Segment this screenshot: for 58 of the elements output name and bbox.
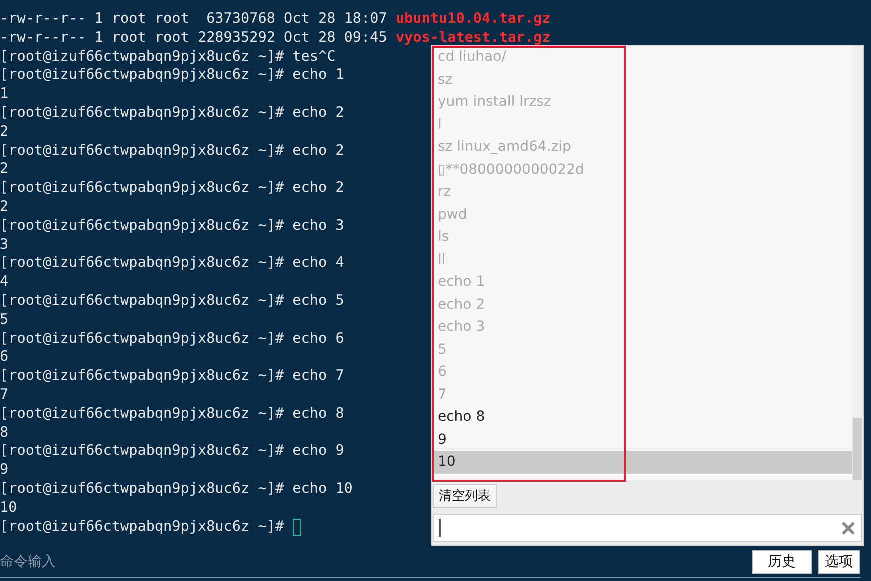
terminal-text: [root@izuf66ctwpabqn9pjx8uc6z ~]# echo 6 [0,330,344,348]
history-item[interactable]: rz [432,181,852,204]
terminal-text: -rw-r--r-- 1 root root 63730768 Oct 28 18:07 [0,10,388,29]
scrollbar-thumb[interactable] [853,418,862,480]
terminal-prompt: [root@izuf66ctwpabqn9pjx8uc6z ~]# [0,518,284,536]
terminal-text: [root@izuf66ctwpabqn9pjx8uc6z ~]# echo 5 [0,292,344,311]
terminal-text: [root@izuf66ctwpabqn9pjx8uc6z ~]# echo 7 [0,367,344,386]
terminal-text: [root@izuf66ctwpabqn9pjx8uc6z ~]# echo 9 [0,442,344,462]
terminal-output: 10 [0,498,18,518]
history-item[interactable]: l [432,114,852,136]
history-item[interactable]: 6 [432,361,852,384]
terminal-output: 2 [0,122,9,142]
terminal-text: [root@izuf66ctwpabqn9pjx8uc6z ~]# echo 10 [0,480,353,499]
terminal-text: [root@izuf66ctwpabqn9pjx8uc6z ~]# echo 2 [0,142,344,160]
history-button[interactable]: 历史 [752,550,812,574]
file-name: vyos-latest.tar.gz [396,28,551,48]
command-input-label: 命令输入 [0,553,56,571]
history-item[interactable]: 7 [432,384,852,406]
clear-list-button[interactable]: 清空列表 [433,484,497,508]
terminal-output: 3 [0,236,9,254]
close-icon[interactable] [842,522,855,534]
terminal-text: [root@izuf66ctwpabqn9pjx8uc6z ~]# echo 1 [0,66,344,86]
terminal-output: 6 [0,348,9,368]
scrollbar[interactable] [852,46,863,480]
file-name: ubuntu10.04.tar.gz [396,10,551,29]
terminal-output: 4 [0,273,9,292]
options-button[interactable]: 选项 [818,550,860,574]
history-item[interactable]: sz linux_amd64.zip [432,136,852,158]
input-field[interactable] [433,514,862,542]
terminal-text: [root@izuf66ctwpabqn9pjx8uc6z ~]# echo 4 [0,254,344,274]
history-item[interactable]: echo 8 [432,406,852,428]
history-item[interactable]: yum install lrzsz [432,91,852,114]
history-item[interactable]: echo 2 [432,294,852,316]
history-item[interactable]: pwd [432,204,852,226]
history-item[interactable]: ls [432,226,852,248]
terminal-text: [root@izuf66ctwpabqn9pjx8uc6z ~]# echo 2 [0,179,344,198]
terminal-cursor [292,518,301,536]
terminal-text: [root@izuf66ctwpabqn9pjx8uc6z ~]# tes^C [0,48,336,66]
terminal-text: [root@izuf66ctwpabqn9pjx8uc6z ~]# echo 8 [0,404,344,424]
terminal-output: 8 [0,424,9,442]
terminal-output: 5 [0,310,9,330]
history-item[interactable]: ▯**0800000000022d [432,158,852,181]
terminal-text: [root@izuf66ctwpabqn9pjx8uc6z ~]# echo 3 [0,216,344,236]
history-item[interactable]: echo 1 [432,271,852,294]
history-item[interactable]: cd liuhao/ [432,46,852,68]
terminal-output: 7 [0,386,9,405]
terminal-output: 1 [0,85,9,104]
history-item[interactable]: ll [432,248,852,271]
terminal-output: 2 [0,160,9,180]
history-item[interactable]: 5 [432,338,852,361]
terminal-text: -rw-r--r-- 1 root root 228935292 Oct 28 09:45 [0,28,388,48]
terminal-text: [root@izuf66ctwpabqn9pjx8uc6z ~]# echo 2 [0,104,344,123]
history-item[interactable]: 9 [432,428,852,451]
terminal-output: 2 [0,198,9,217]
terminal-output: 9 [0,461,9,480]
history-item[interactable]: sz [432,68,852,91]
history-item[interactable]: echo 3 [432,316,852,338]
history-item[interactable]: 10 [432,451,852,474]
